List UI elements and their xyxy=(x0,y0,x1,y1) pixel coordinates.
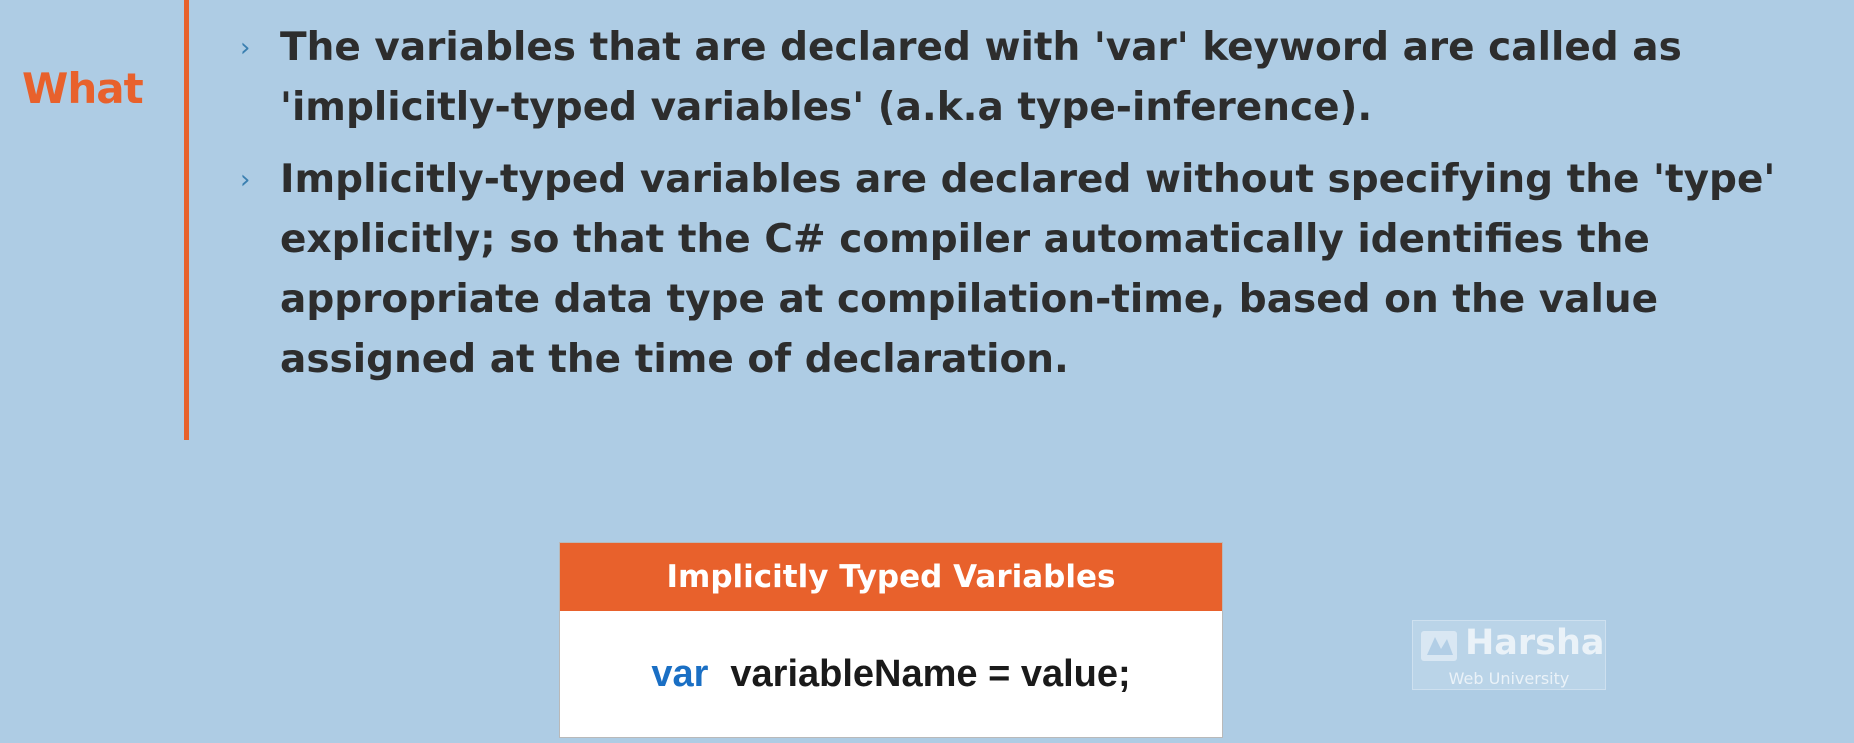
bullet-text: Implicitly-typed variables are declared … xyxy=(280,157,1776,382)
watermark-subtitle: Web University xyxy=(1448,669,1570,688)
chevron-right-icon: › xyxy=(240,33,251,63)
bullet-list: › The variables that are declared with '… xyxy=(240,18,1840,402)
bullet-item: › The variables that are declared with '… xyxy=(240,18,1840,138)
chevron-right-icon: › xyxy=(240,165,251,195)
syntax-box: Implicitly Typed Variables var variableN… xyxy=(559,542,1223,738)
syntax-box-title: Implicitly Typed Variables xyxy=(560,543,1222,611)
syntax-box-code: var variableName = value; xyxy=(560,611,1222,737)
watermark-logo: Harsha Web University xyxy=(1412,620,1606,690)
code-statement: variableName = value; xyxy=(730,652,1131,695)
code-keyword: var xyxy=(651,652,709,695)
watermark-name: Harsha xyxy=(1465,623,1605,663)
bullet-item: › Implicitly-typed variables are declare… xyxy=(240,150,1840,390)
logo-icon xyxy=(1421,631,1457,661)
vertical-divider xyxy=(184,0,189,440)
bullet-text: The variables that are declared with 'va… xyxy=(280,25,1682,130)
section-label-what: What xyxy=(22,64,144,113)
